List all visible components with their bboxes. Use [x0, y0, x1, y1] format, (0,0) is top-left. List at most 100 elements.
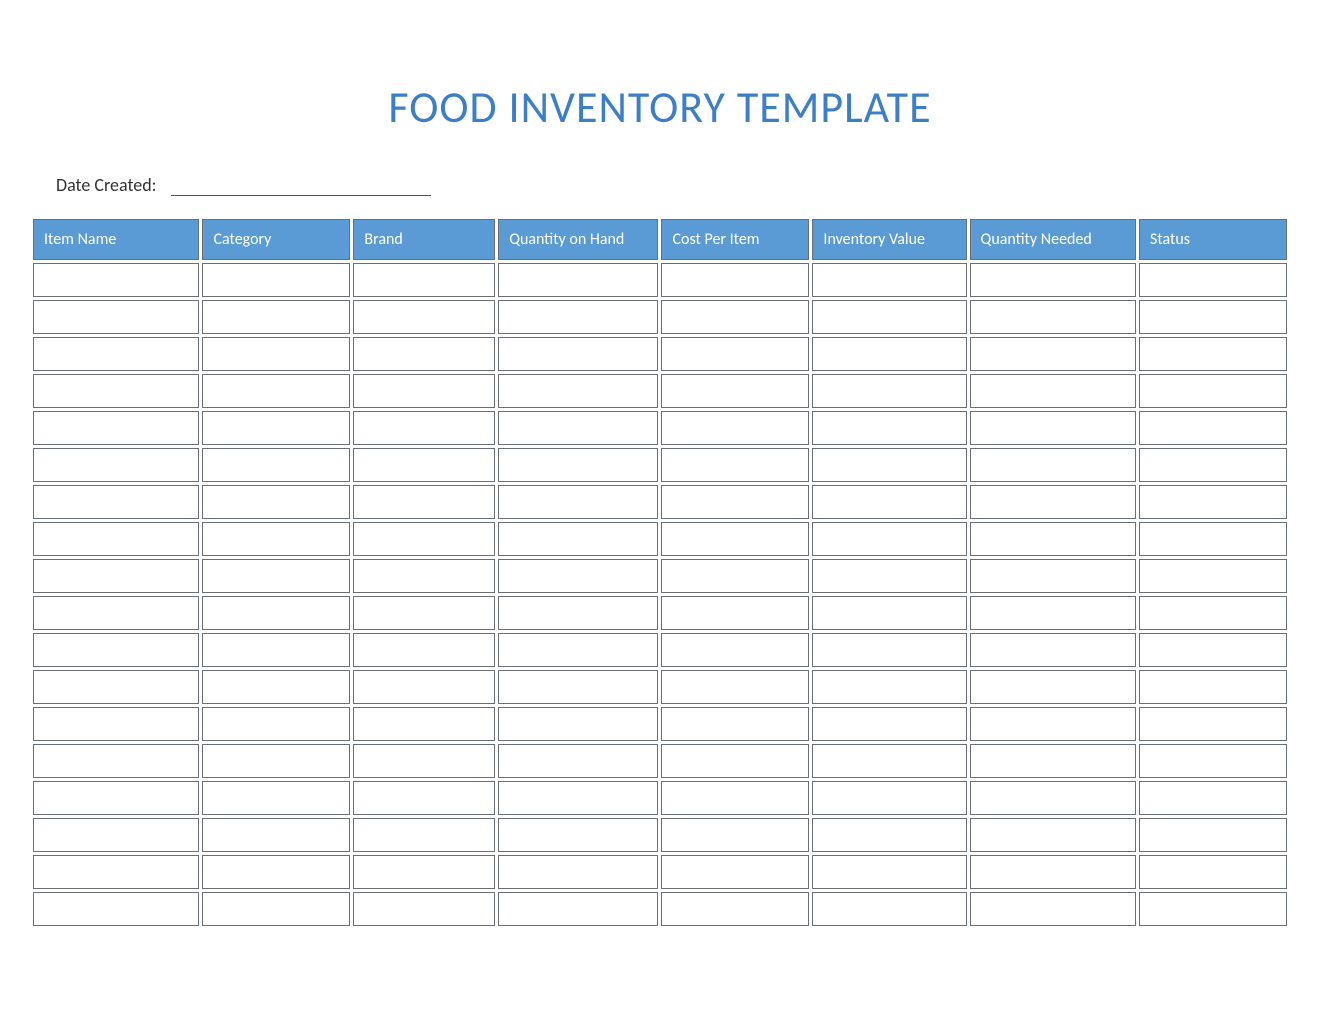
table-cell[interactable]	[970, 300, 1136, 334]
table-cell[interactable]	[353, 411, 495, 445]
table-cell[interactable]	[202, 300, 350, 334]
table-cell[interactable]	[661, 670, 809, 704]
table-cell[interactable]	[33, 374, 199, 408]
table-cell[interactable]	[1139, 559, 1287, 593]
table-cell[interactable]	[812, 411, 966, 445]
table-cell[interactable]	[353, 374, 495, 408]
table-cell[interactable]	[498, 300, 658, 334]
table-cell[interactable]	[353, 448, 495, 482]
table-cell[interactable]	[970, 744, 1136, 778]
table-cell[interactable]	[1139, 522, 1287, 556]
table-cell[interactable]	[970, 670, 1136, 704]
table-cell[interactable]	[812, 633, 966, 667]
table-cell[interactable]	[33, 596, 199, 630]
table-cell[interactable]	[202, 855, 350, 889]
table-cell[interactable]	[812, 892, 966, 926]
table-cell[interactable]	[661, 522, 809, 556]
table-cell[interactable]	[970, 892, 1136, 926]
table-cell[interactable]	[970, 448, 1136, 482]
table-cell[interactable]	[353, 522, 495, 556]
table-cell[interactable]	[202, 263, 350, 297]
table-cell[interactable]	[498, 633, 658, 667]
table-cell[interactable]	[661, 892, 809, 926]
table-cell[interactable]	[812, 300, 966, 334]
table-cell[interactable]	[661, 263, 809, 297]
table-cell[interactable]	[970, 374, 1136, 408]
table-cell[interactable]	[1139, 818, 1287, 852]
table-cell[interactable]	[33, 855, 199, 889]
table-cell[interactable]	[353, 670, 495, 704]
table-cell[interactable]	[498, 485, 658, 519]
table-cell[interactable]	[498, 818, 658, 852]
table-cell[interactable]	[498, 596, 658, 630]
table-cell[interactable]	[353, 559, 495, 593]
table-cell[interactable]	[498, 670, 658, 704]
table-cell[interactable]	[812, 263, 966, 297]
table-cell[interactable]	[498, 263, 658, 297]
table-cell[interactable]	[33, 744, 199, 778]
table-cell[interactable]	[353, 337, 495, 371]
table-cell[interactable]	[970, 522, 1136, 556]
table-cell[interactable]	[33, 892, 199, 926]
table-cell[interactable]	[33, 522, 199, 556]
table-cell[interactable]	[202, 448, 350, 482]
table-cell[interactable]	[353, 855, 495, 889]
table-cell[interactable]	[1139, 485, 1287, 519]
table-cell[interactable]	[1139, 411, 1287, 445]
table-cell[interactable]	[1139, 707, 1287, 741]
table-cell[interactable]	[1139, 781, 1287, 815]
table-cell[interactable]	[812, 337, 966, 371]
table-cell[interactable]	[661, 337, 809, 371]
table-cell[interactable]	[970, 485, 1136, 519]
table-cell[interactable]	[812, 855, 966, 889]
table-cell[interactable]	[202, 522, 350, 556]
table-cell[interactable]	[1139, 448, 1287, 482]
table-cell[interactable]	[353, 892, 495, 926]
table-cell[interactable]	[812, 670, 966, 704]
table-cell[interactable]	[33, 559, 199, 593]
table-cell[interactable]	[1139, 855, 1287, 889]
table-cell[interactable]	[33, 411, 199, 445]
table-cell[interactable]	[661, 485, 809, 519]
table-cell[interactable]	[498, 374, 658, 408]
table-cell[interactable]	[970, 855, 1136, 889]
table-cell[interactable]	[353, 633, 495, 667]
table-cell[interactable]	[202, 781, 350, 815]
table-cell[interactable]	[33, 300, 199, 334]
table-cell[interactable]	[812, 559, 966, 593]
table-cell[interactable]	[661, 374, 809, 408]
table-cell[interactable]	[661, 559, 809, 593]
table-cell[interactable]	[202, 596, 350, 630]
table-cell[interactable]	[970, 818, 1136, 852]
table-cell[interactable]	[498, 337, 658, 371]
table-cell[interactable]	[498, 707, 658, 741]
table-cell[interactable]	[353, 263, 495, 297]
table-cell[interactable]	[970, 411, 1136, 445]
table-cell[interactable]	[661, 744, 809, 778]
table-cell[interactable]	[498, 559, 658, 593]
table-cell[interactable]	[812, 818, 966, 852]
table-cell[interactable]	[1139, 300, 1287, 334]
table-cell[interactable]	[353, 485, 495, 519]
table-cell[interactable]	[1139, 374, 1287, 408]
table-cell[interactable]	[498, 781, 658, 815]
table-cell[interactable]	[498, 892, 658, 926]
table-cell[interactable]	[202, 411, 350, 445]
table-cell[interactable]	[812, 744, 966, 778]
table-cell[interactable]	[970, 263, 1136, 297]
table-cell[interactable]	[812, 485, 966, 519]
table-cell[interactable]	[970, 559, 1136, 593]
table-cell[interactable]	[202, 818, 350, 852]
table-cell[interactable]	[1139, 744, 1287, 778]
table-cell[interactable]	[202, 559, 350, 593]
table-cell[interactable]	[812, 707, 966, 741]
table-cell[interactable]	[498, 522, 658, 556]
table-cell[interactable]	[33, 633, 199, 667]
table-cell[interactable]	[970, 337, 1136, 371]
table-cell[interactable]	[353, 818, 495, 852]
table-cell[interactable]	[661, 448, 809, 482]
table-cell[interactable]	[353, 744, 495, 778]
table-cell[interactable]	[970, 707, 1136, 741]
table-cell[interactable]	[970, 633, 1136, 667]
table-cell[interactable]	[1139, 670, 1287, 704]
